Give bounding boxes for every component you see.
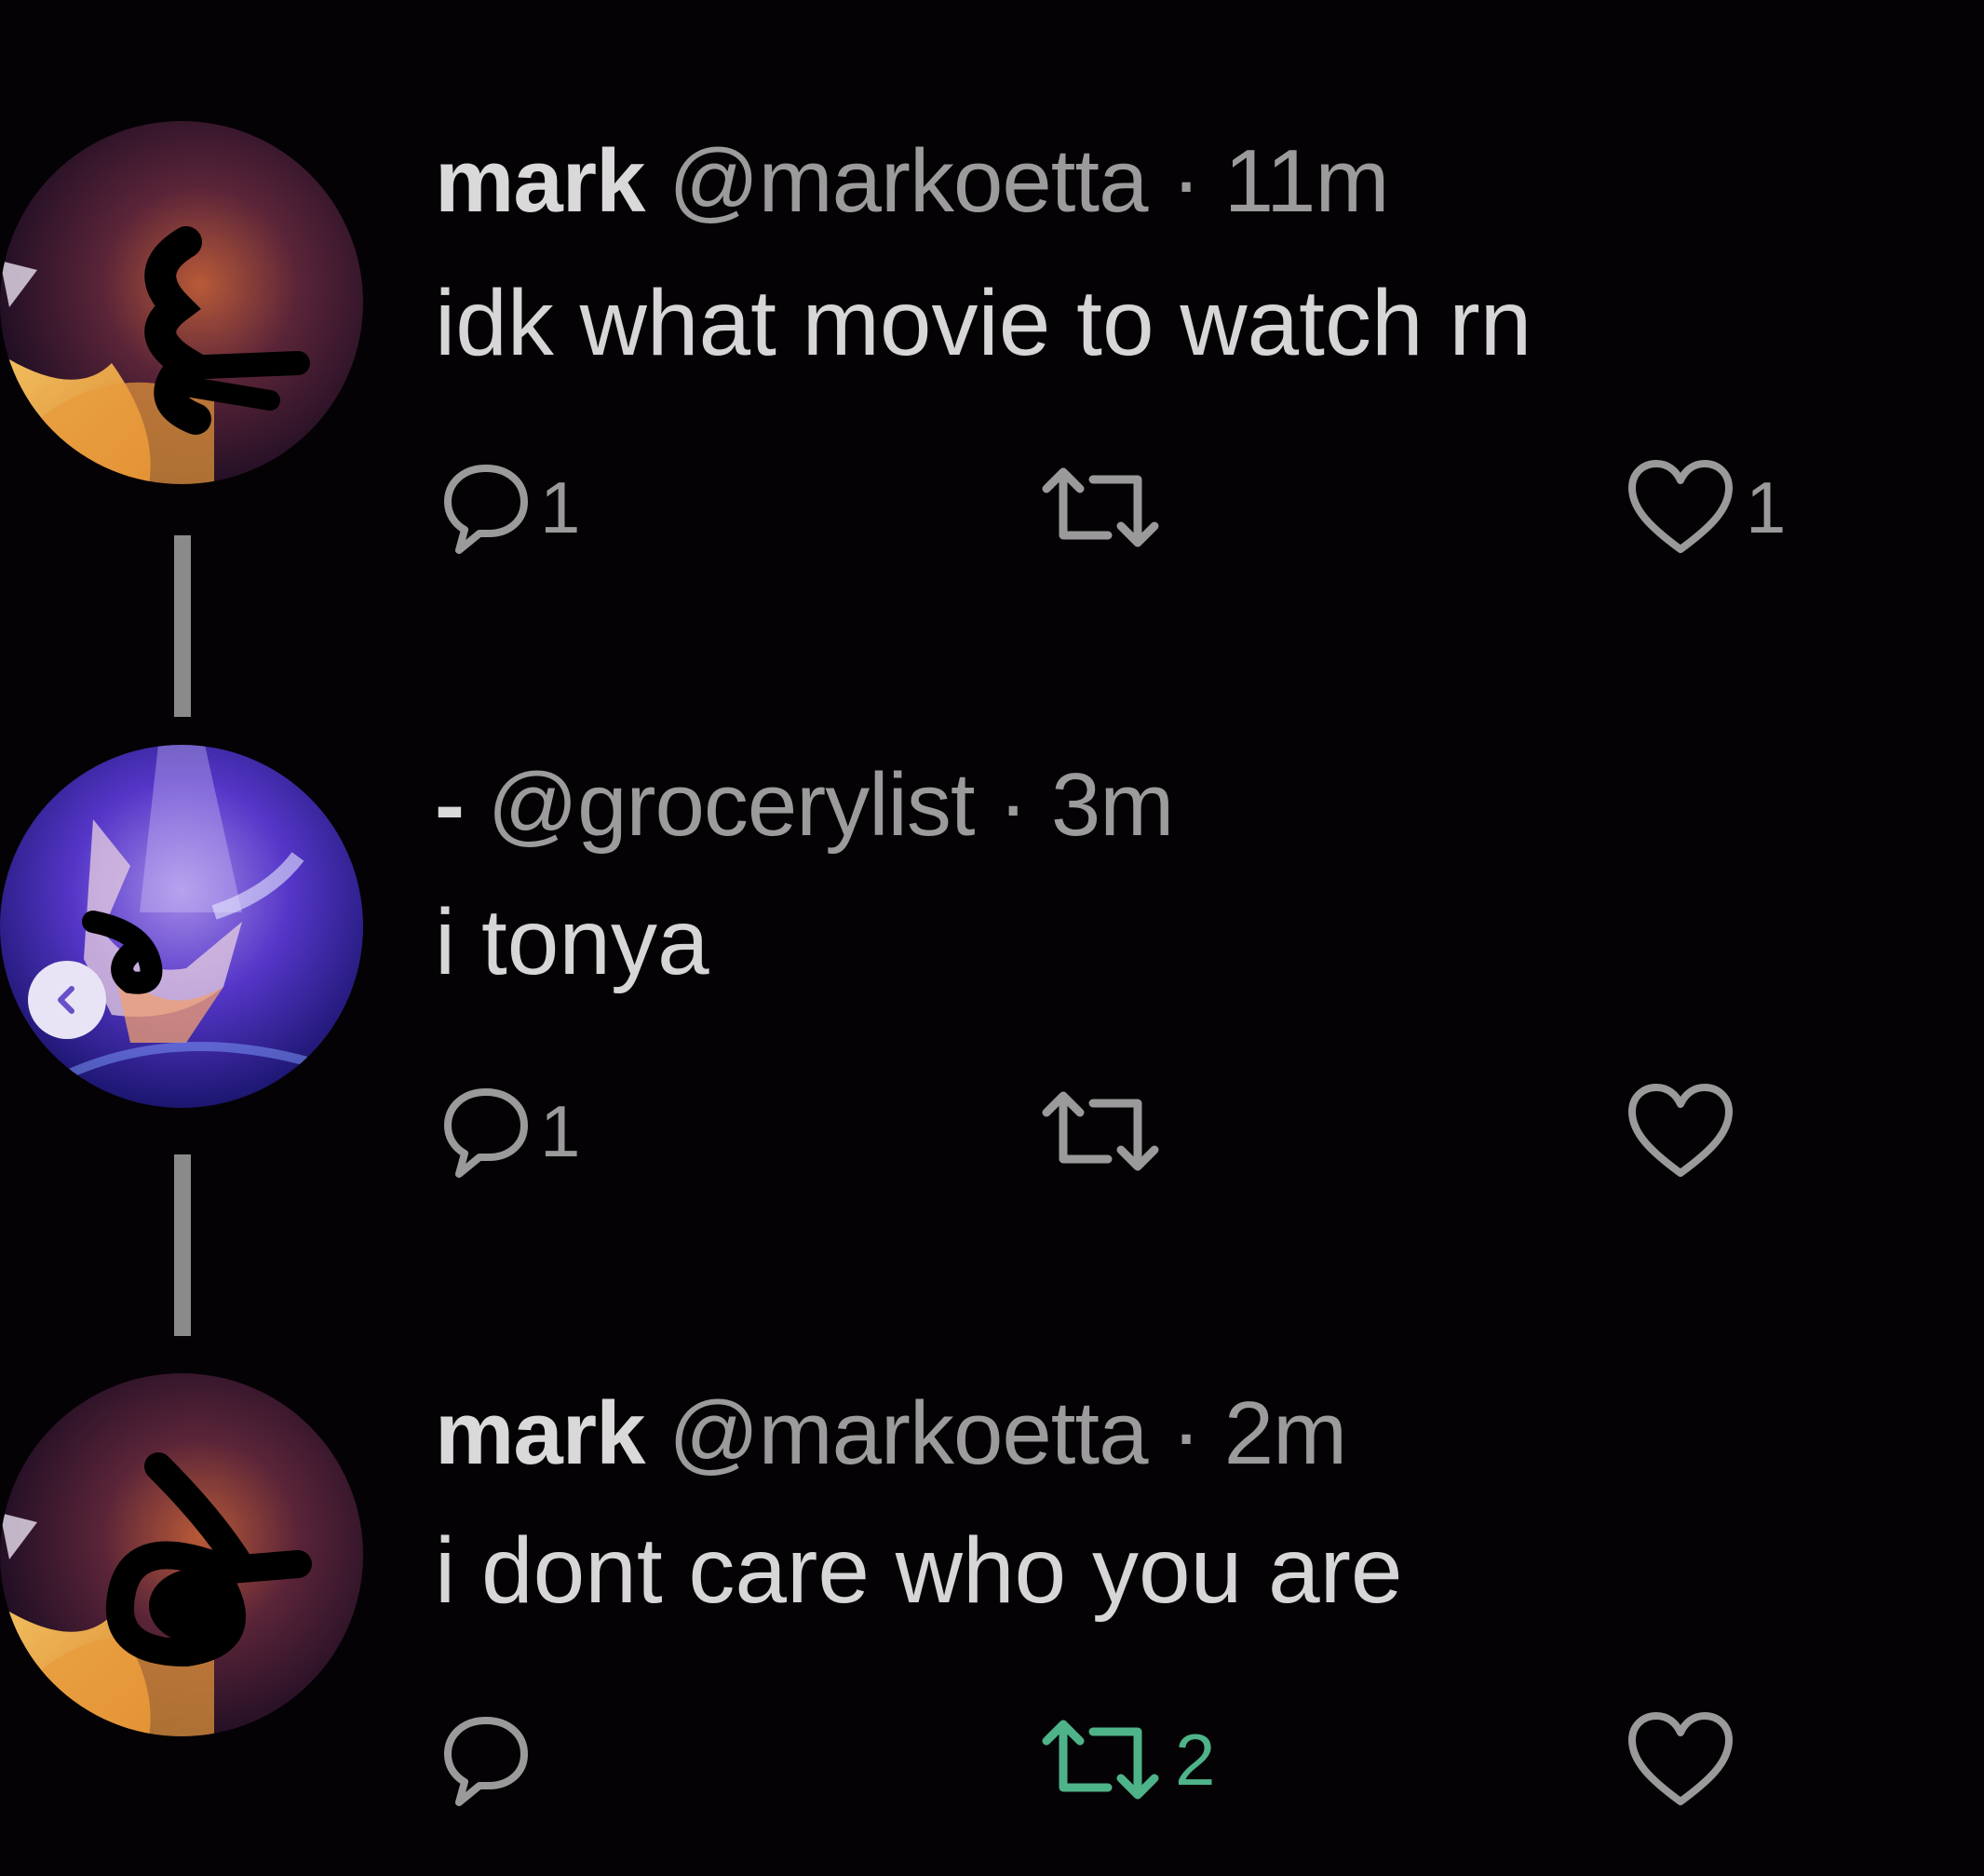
reply-count: 1 bbox=[540, 1090, 581, 1172]
tweet-header: mark @markoetta · 2m bbox=[435, 1383, 1347, 1485]
user-handle[interactable]: @markoetta bbox=[668, 1383, 1148, 1483]
reply-button[interactable]: 1 bbox=[442, 1075, 580, 1187]
retweet-icon bbox=[1042, 1091, 1159, 1171]
retweet-count: 2 bbox=[1175, 1719, 1216, 1801]
like-button[interactable] bbox=[1625, 1075, 1746, 1187]
tweet-text: i dont care who you are bbox=[435, 1518, 1403, 1623]
reply-icon bbox=[444, 465, 528, 554]
avatar[interactable] bbox=[0, 1373, 363, 1736]
chevron-left-icon bbox=[58, 986, 74, 1014]
display-name[interactable]: mark bbox=[435, 131, 645, 231]
reply-button[interactable]: 1 bbox=[442, 452, 580, 563]
user-handle[interactable]: @markoetta bbox=[668, 131, 1148, 231]
timestamp[interactable]: 2m bbox=[1224, 1383, 1347, 1483]
separator: · bbox=[1171, 131, 1201, 231]
display-name[interactable]: - bbox=[435, 755, 465, 855]
tweet-header: mark @markoetta · 11m bbox=[435, 130, 1390, 233]
tweet-header: - @grocerylist · 3m bbox=[435, 754, 1174, 857]
retweet-button[interactable]: 2 bbox=[1035, 1704, 1215, 1815]
thread-connector bbox=[174, 535, 191, 717]
avatar[interactable] bbox=[0, 121, 363, 484]
avatar[interactable] bbox=[0, 745, 363, 1108]
thread-connector bbox=[174, 1154, 191, 1336]
timestamp[interactable]: 11m bbox=[1224, 131, 1390, 231]
heart-icon bbox=[1628, 1712, 1733, 1805]
retweet-icon bbox=[1042, 467, 1159, 547]
reply-icon bbox=[444, 1717, 528, 1806]
reply-count: 1 bbox=[540, 466, 581, 548]
retweet-button[interactable] bbox=[1035, 452, 1175, 563]
tweet-text: i tonya bbox=[435, 890, 709, 994]
like-count: 1 bbox=[1746, 466, 1787, 548]
back-button[interactable] bbox=[28, 961, 106, 1039]
retweet-button[interactable] bbox=[1035, 1075, 1175, 1187]
display-name[interactable]: mark bbox=[435, 1383, 645, 1483]
tweet-2[interactable]: - @grocerylist · 3m i tonya 1 bbox=[0, 745, 1984, 1336]
tweet-3[interactable]: mark @markoetta · 2m i dont care who you… bbox=[0, 1373, 1984, 1876]
like-button[interactable]: 1 bbox=[1625, 452, 1786, 563]
timestamp[interactable]: 3m bbox=[1051, 755, 1174, 855]
tweet-text: idk what movie to watch rn bbox=[435, 271, 1532, 375]
retweet-icon bbox=[1042, 1720, 1159, 1800]
reply-icon bbox=[444, 1088, 528, 1178]
separator: · bbox=[1171, 1383, 1201, 1483]
tweet-1[interactable]: mark @markoetta · 11m idk what movie to … bbox=[0, 121, 1984, 717]
like-button[interactable] bbox=[1625, 1704, 1746, 1815]
heart-icon bbox=[1628, 1084, 1733, 1177]
separator: · bbox=[998, 755, 1028, 855]
user-handle[interactable]: @grocerylist bbox=[488, 755, 976, 855]
heart-icon bbox=[1628, 460, 1733, 553]
reply-button[interactable] bbox=[442, 1704, 540, 1815]
